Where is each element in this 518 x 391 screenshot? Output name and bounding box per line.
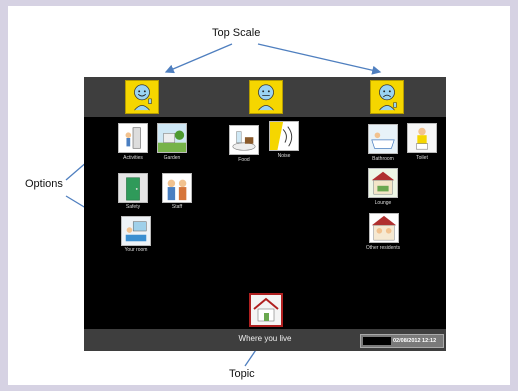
datetime-label: 02/08/2012 12:12 <box>393 338 437 344</box>
other-residents-icon <box>371 215 397 241</box>
option-label: Other residents <box>365 245 401 251</box>
garden-icon <box>158 124 186 152</box>
option-garden[interactable] <box>157 123 187 153</box>
option-food[interactable] <box>229 125 259 155</box>
option-label: Safety <box>125 204 141 210</box>
activities-icon <box>125 127 141 149</box>
your-room-icon <box>122 217 150 245</box>
option-label: Toilet <box>416 155 428 161</box>
option-staff[interactable] <box>162 173 192 203</box>
option-toilet[interactable] <box>407 123 437 153</box>
neutral-face-icon[interactable] <box>249 80 283 114</box>
option-noise[interactable] <box>269 121 299 151</box>
option-lounge[interactable] <box>368 168 398 198</box>
staff-icon <box>167 179 187 201</box>
toilet-icon <box>408 124 436 152</box>
house-icon <box>251 295 281 325</box>
thumbs-down-face-icon[interactable] <box>370 80 404 114</box>
option-your-room[interactable] <box>121 216 151 246</box>
option-label: Staff <box>171 204 183 210</box>
option-label: Bathroom <box>372 156 394 162</box>
app-screen: Activities Garden Safety Staff Your room… <box>84 77 446 351</box>
lounge-icon <box>369 169 397 197</box>
option-bathroom[interactable] <box>368 124 398 154</box>
option-label: Your room <box>124 247 148 253</box>
option-label: Activities <box>123 155 143 161</box>
option-label: Garden <box>163 155 181 161</box>
option-other-residents[interactable] <box>369 213 399 243</box>
option-label: Lounge <box>374 200 392 206</box>
redacted-block <box>363 337 391 345</box>
option-activities[interactable] <box>118 123 148 153</box>
datetime-box: 02/08/2012 12:12 <box>360 334 444 348</box>
topic-annotation: Topic <box>229 368 255 380</box>
option-label: Food <box>238 157 250 163</box>
topic-label: Where you live <box>238 334 292 343</box>
option-label: Noise <box>277 153 291 159</box>
topic-tile[interactable] <box>249 293 283 327</box>
food-icon <box>232 131 256 151</box>
top-scale-annotation: Top Scale <box>212 27 261 39</box>
safety-icon <box>119 174 147 202</box>
options-annotation: Options <box>25 178 63 190</box>
noise-icon <box>270 122 293 150</box>
thumbs-up-face-icon[interactable] <box>125 80 159 114</box>
option-safety[interactable] <box>118 173 148 203</box>
topic-bar: Where you live 02/08/2012 12:12 <box>84 329 446 351</box>
bathroom-icon <box>369 125 397 153</box>
